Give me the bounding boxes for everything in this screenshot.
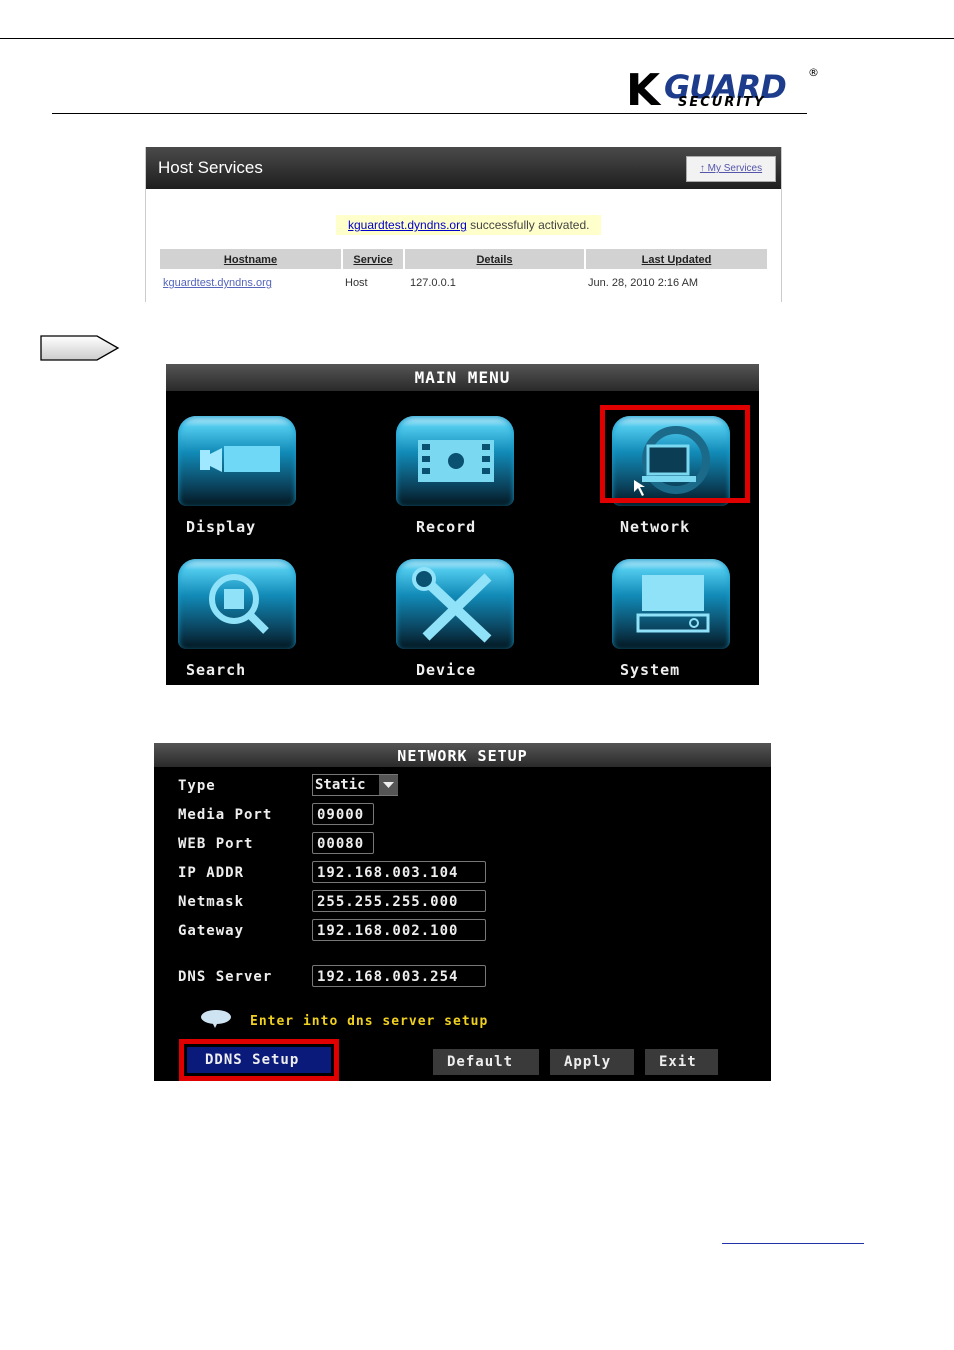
device-tile[interactable]	[396, 559, 514, 649]
kguard-logo: K GUARD SECURITY ®	[626, 65, 821, 118]
display-tile[interactable]	[178, 416, 296, 506]
default-button[interactable]: Default	[433, 1049, 539, 1075]
ip-addr-label: IP ADDR	[178, 865, 245, 881]
netmask-label: Netmask	[178, 894, 245, 910]
activation-message: kguardtest.dyndns.org successfully activ…	[336, 215, 602, 235]
media-port-field[interactable]: 09000	[312, 803, 374, 825]
system-label: System	[620, 661, 681, 679]
ddns-setup-highlight: DDNS Setup	[179, 1039, 339, 1081]
column-details[interactable]: Details	[405, 249, 584, 269]
row-updated: Jun. 28, 2010 2:16 AM	[588, 277, 699, 289]
host-services-title: Host Services	[158, 158, 263, 177]
hint-text: Enter into dns server setup	[250, 1014, 489, 1029]
record-tile[interactable]	[396, 416, 514, 506]
chevron-down-icon[interactable]	[379, 775, 398, 795]
apply-button[interactable]: Apply	[550, 1049, 634, 1075]
main-menu-title: MAIN MENU	[166, 364, 759, 391]
main-menu-screen: MAIN MENU Display Record Network Search …	[166, 364, 759, 685]
dns-server-label: DNS Server	[178, 969, 273, 985]
my-services-link[interactable]: ↑ My Services	[686, 156, 776, 182]
gateway-field[interactable]: 192.168.002.100	[312, 919, 486, 941]
search-tile[interactable]	[178, 559, 296, 649]
logo-k: K	[626, 65, 660, 116]
dns-server-field[interactable]: 192.168.003.254	[312, 965, 486, 987]
search-icon	[209, 574, 269, 634]
logo-security: SECURITY	[678, 95, 766, 110]
column-service[interactable]: Service	[343, 249, 403, 269]
hint-icon	[201, 1010, 231, 1028]
device-icon	[412, 567, 492, 643]
type-value: Static	[315, 777, 366, 793]
host-services-header: Host Services ↑ My Services	[146, 147, 781, 189]
display-label: Display	[186, 518, 257, 536]
record-label: Record	[416, 518, 477, 536]
network-label: Network	[620, 518, 691, 536]
ip-addr-field[interactable]: 192.168.003.104	[312, 861, 486, 883]
header-rule	[0, 38, 954, 39]
network-setup-title: NETWORK SETUP	[154, 743, 771, 767]
right-arrow-icon	[40, 335, 120, 361]
gateway-label: Gateway	[178, 923, 245, 939]
row-details: 127.0.0.1	[410, 277, 456, 289]
type-label: Type	[178, 778, 216, 794]
row-hostname-link[interactable]: kguardtest.dyndns.org	[163, 277, 272, 289]
ddns-setup-button[interactable]: DDNS Setup	[187, 1047, 331, 1073]
footer-link-underline[interactable]	[722, 1243, 864, 1244]
device-label: Device	[416, 661, 477, 679]
host-services-panel: Host Services ↑ My Services kguardtest.d…	[145, 147, 782, 302]
display-icon	[200, 446, 280, 472]
record-icon	[418, 440, 494, 482]
activated-host-link[interactable]: kguardtest.dyndns.org	[348, 218, 467, 232]
activation-text: successfully activated.	[466, 218, 590, 232]
logo-registered: ®	[808, 66, 819, 79]
row-service: Host	[345, 277, 368, 289]
web-port-label: WEB Port	[178, 836, 254, 852]
network-setup-screen: NETWORK SETUP Type Static Media Port 090…	[154, 743, 771, 1081]
column-last-updated[interactable]: Last Updated	[586, 249, 767, 269]
media-port-label: Media Port	[178, 807, 273, 823]
system-tile[interactable]	[612, 559, 730, 649]
type-select[interactable]: Static	[312, 774, 398, 796]
system-icon	[636, 575, 710, 633]
netmask-field[interactable]: 255.255.255.000	[312, 890, 486, 912]
column-hostname[interactable]: Hostname	[160, 249, 341, 269]
network-selection-highlight	[600, 405, 750, 503]
exit-button[interactable]: Exit	[645, 1049, 718, 1075]
web-port-field[interactable]: 00080	[312, 832, 374, 854]
search-label: Search	[186, 661, 247, 679]
